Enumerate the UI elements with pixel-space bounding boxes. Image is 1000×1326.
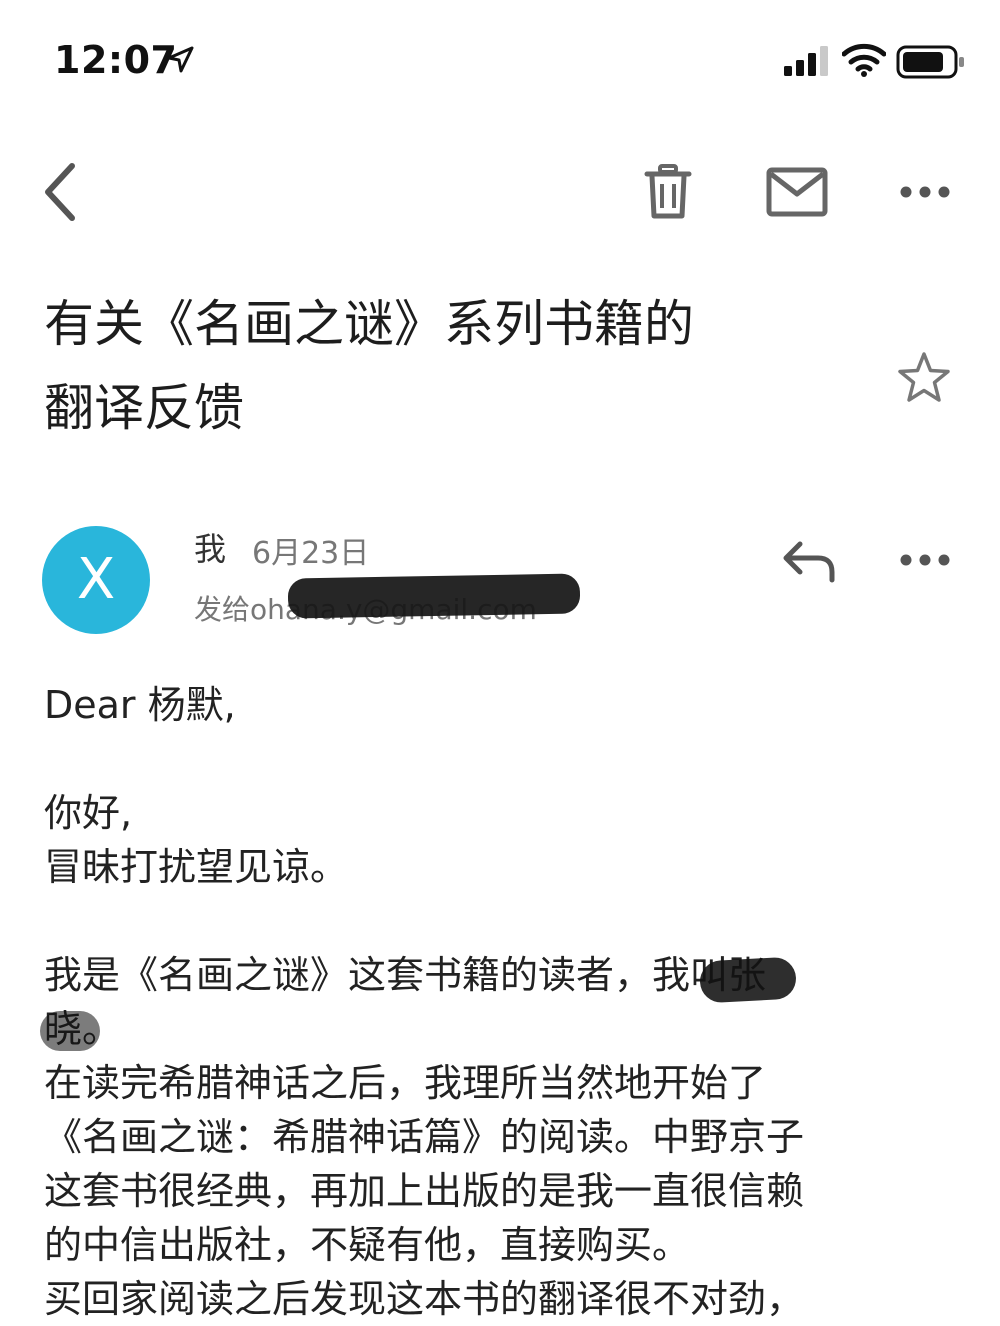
redaction-mark (287, 573, 581, 619)
body-line: 《名画之谜：希腊神话篇》的阅读。中野京子 (44, 1115, 805, 1159)
redacted-name: 叫张 (690, 953, 798, 1004)
body-text: 我是《名画之谜》这套书籍的读者，我 (44, 953, 691, 997)
delete-button[interactable] (644, 164, 692, 220)
redaction-mark (40, 1011, 100, 1051)
body-line: 你好, (44, 791, 133, 835)
sender-avatar[interactable]: X (42, 526, 150, 634)
star-button[interactable] (896, 350, 952, 406)
paragraph-2: 我是《名画之谜》这套书籍的读者，我叫张 晓。 在读完希腊神话之后，我理所当然地开… (40, 948, 944, 1326)
email-body: Dear 杨默, 你好, 冒昧打扰望见谅。 我是《名画之谜》这套书籍的读者，我叫… (40, 678, 944, 1326)
body-line: 的中信出版社，不疑有他，直接购买。 (44, 1223, 691, 1267)
back-chevron-icon (45, 163, 75, 221)
mail-icon (766, 167, 828, 217)
trash-icon (644, 164, 692, 219)
sender-name: 我 (194, 530, 227, 568)
reply-button[interactable] (782, 540, 838, 584)
message-more-button[interactable] (896, 546, 954, 574)
cellular-signal-icon (784, 44, 830, 82)
greeting: Dear 杨默, (44, 678, 944, 732)
body-line: 我是《名画之谜》这套书籍的读者，我叫张 (44, 948, 944, 1004)
body-line: 这套书很经典，再加上出版的是我一直很信赖 (44, 1169, 805, 1213)
mark-unread-button[interactable] (766, 166, 828, 218)
greeting-line: Dear 杨默, (44, 683, 236, 727)
body-line: 买回家阅读之后发现这本书的翻译很不对劲， (44, 1277, 805, 1321)
body-line: 在读完希腊神话之后，我理所当然地开始了 (44, 1061, 767, 1105)
subject-line-2: 翻译反馈 (44, 379, 244, 437)
more-horizontal-icon (900, 186, 950, 198)
more-options-button[interactable] (896, 178, 954, 206)
wifi-icon (841, 42, 887, 82)
subject-line-1: 有关《名画之谜》系列书籍的 (44, 295, 694, 353)
reply-arrow-icon (783, 541, 835, 583)
status-time: 12:07 (54, 38, 178, 82)
back-button[interactable] (36, 160, 86, 224)
battery-icon (896, 44, 966, 84)
redacted-name: 晓 (40, 1007, 100, 1051)
body-line: 冒昧打扰望见谅。 (44, 845, 349, 889)
email-subject: 有关《名画之谜》系列书籍的 翻译反馈 (44, 282, 844, 450)
more-horizontal-icon (900, 554, 950, 566)
star-outline-icon (898, 352, 950, 402)
location-arrow-icon (166, 46, 194, 78)
body-line: 晓。 (40, 1002, 944, 1056)
paragraph-1: 你好, 冒昧打扰望见谅。 (44, 786, 944, 894)
email-date: 6月23日 (252, 536, 370, 571)
redaction-mark (698, 956, 798, 1004)
